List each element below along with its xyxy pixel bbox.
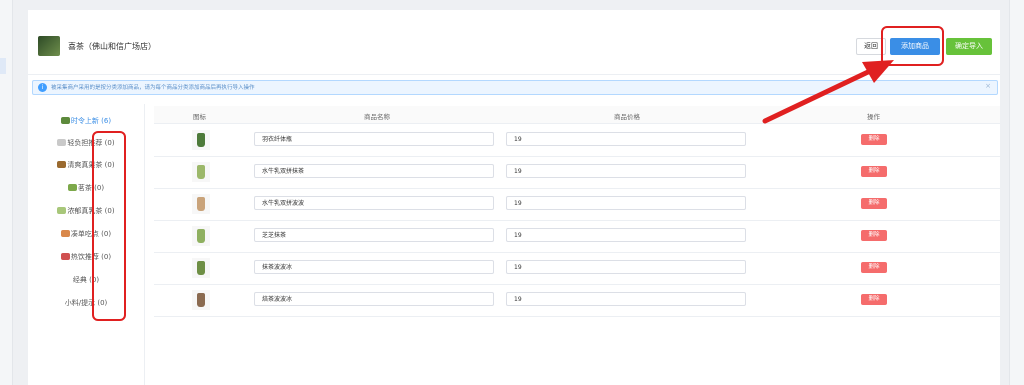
annotation-arrow [762,60,894,124]
